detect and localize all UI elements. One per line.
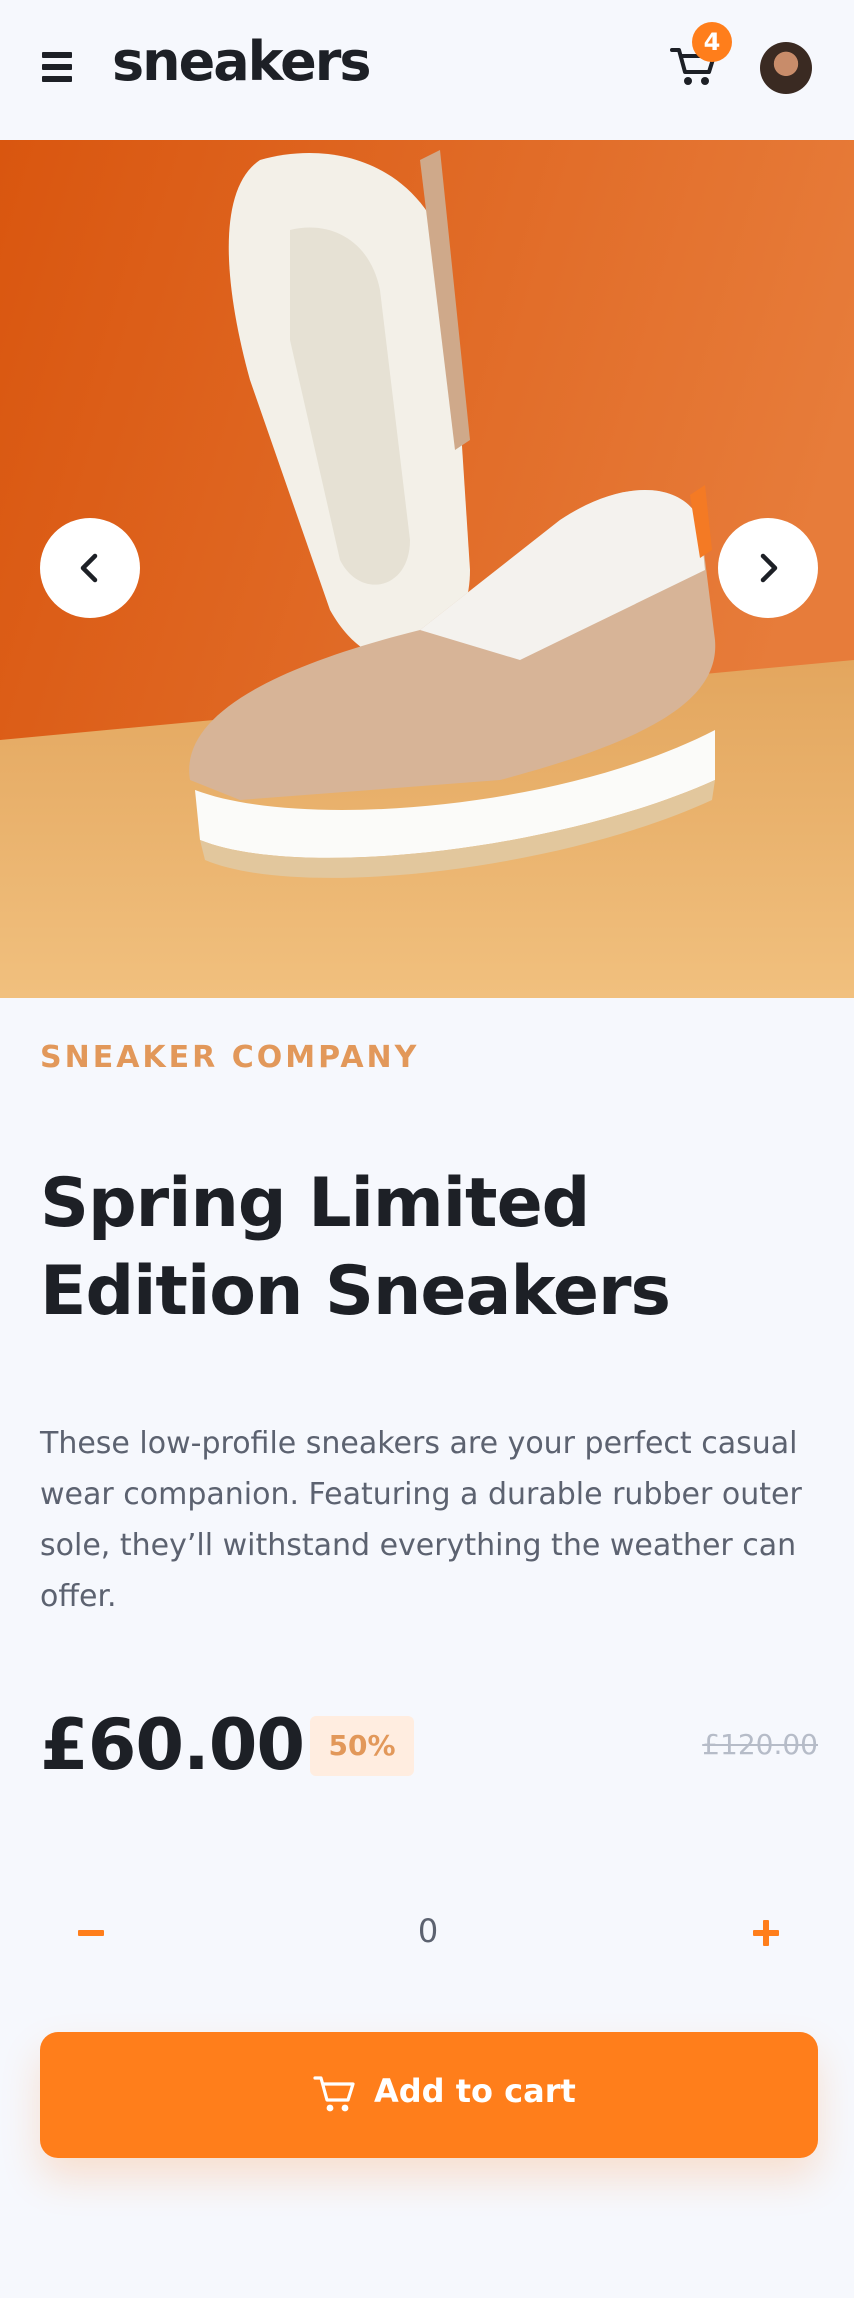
avatar[interactable]	[760, 42, 812, 94]
next-image-button[interactable]	[718, 518, 818, 618]
logo[interactable]: sneakers	[112, 30, 372, 93]
menu-icon[interactable]	[40, 50, 74, 84]
original-price: £120.00	[702, 1728, 818, 1761]
top-header: sneakers 4	[0, 0, 854, 140]
quantity-increase-button[interactable]	[736, 1904, 796, 1964]
previous-image-button[interactable]	[40, 518, 140, 618]
chevron-right-icon	[760, 553, 778, 583]
quantity-value: 0	[417, 1912, 439, 1950]
add-to-cart-button[interactable]: Add to cart	[40, 2032, 818, 2158]
chevron-left-icon	[80, 553, 98, 583]
product-description: These low-profile sneakers are your perf…	[40, 1426, 802, 1614]
current-price: £60.00	[40, 1704, 305, 1786]
quantity-decrease-button[interactable]	[62, 1904, 122, 1964]
company-name: SNEAKER COMPANY	[40, 1040, 420, 1075]
cart-count-badge: 4	[692, 22, 732, 62]
add-to-cart-label: Add to cart	[374, 2072, 576, 2110]
minus-icon	[78, 1930, 104, 1936]
cart-icon	[313, 2076, 355, 2112]
discount-badge: 50%	[310, 1716, 414, 1776]
product-title: Spring Limited Edition Sneakers	[40, 1164, 671, 1331]
